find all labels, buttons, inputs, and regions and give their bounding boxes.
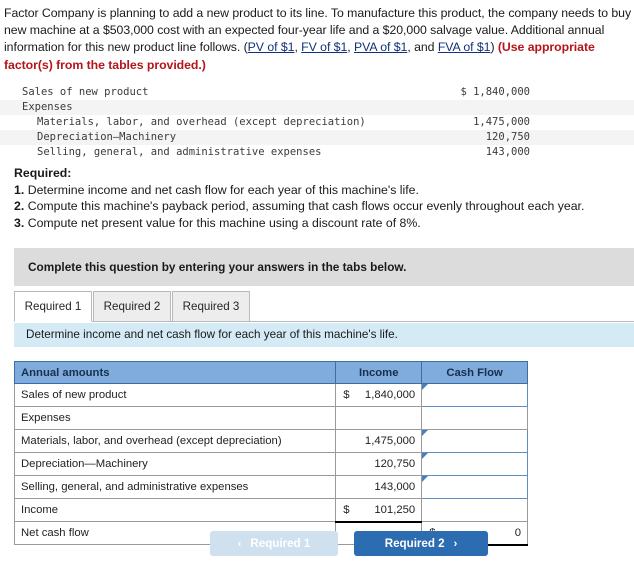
annual-info-row: Materials, labor, and overhead (except d… xyxy=(0,115,634,130)
currency-symbol: $ xyxy=(343,503,350,516)
paren-close: ) xyxy=(490,40,498,55)
grid-row-label: Expenses xyxy=(13,406,337,430)
grid-row-label: Materials, labor, and overhead (except d… xyxy=(13,429,337,453)
grid-income-cell xyxy=(335,406,423,430)
grid-row-label: Income xyxy=(13,498,337,522)
grid-income-cell: 1,475,000 xyxy=(335,429,423,453)
grid-cash-flow-input[interactable] xyxy=(421,452,528,476)
chevron-left-icon: ‹ xyxy=(237,537,242,550)
link-fva-of-1[interactable]: FVA of $1 xyxy=(438,40,491,54)
link-pva-of-1[interactable]: PVA of $1 xyxy=(354,40,407,54)
grid-header-row: Annual amounts Income Cash Flow xyxy=(13,361,528,384)
tab-required-1[interactable]: Required 1 xyxy=(14,291,92,322)
grid-income-value: 101,250 xyxy=(374,503,416,516)
grid-income-value: 143,000 xyxy=(374,481,416,493)
tab-required-3[interactable]: Required 3 xyxy=(172,291,250,322)
grid-row: Income $101,250 xyxy=(13,498,528,523)
grid-header-income: Income xyxy=(335,361,423,384)
grid-income-value: 1,840,000 xyxy=(364,389,416,401)
grid-income-cell: $1,840,000 xyxy=(335,383,423,407)
annual-info-row: Selling, general, and administrative exp… xyxy=(0,145,634,160)
annual-info-row: Sales of new product $ 1,840,000 xyxy=(0,85,634,100)
annual-info-label: Selling, general, and administrative exp… xyxy=(37,146,322,158)
grid-cash-flow-cell xyxy=(421,406,528,430)
grid-income-cell: 120,750 xyxy=(335,452,423,476)
grid-row: Selling, general, and administrative exp… xyxy=(13,475,528,499)
grid-income-value: 120,750 xyxy=(374,458,416,470)
requirement-tabs: Required 1 Required 2 Required 3 xyxy=(14,291,634,322)
required-item-number: 3. xyxy=(14,215,25,230)
complete-question-banner: Complete this question by entering your … xyxy=(14,248,634,286)
annual-info-label: Sales of new product xyxy=(22,86,149,98)
tab-instruction-banner: Determine income and net cash flow for e… xyxy=(14,323,634,347)
grid-income-cell: 143,000 xyxy=(335,475,423,499)
required-item-text: Compute this machine's payback period, a… xyxy=(27,199,585,214)
grid-row-label: Depreciation—Machinery xyxy=(13,452,337,476)
grid-header-cash-flow: Cash Flow xyxy=(421,361,528,384)
annual-info-label: Expenses xyxy=(22,101,73,113)
chevron-right-icon: › xyxy=(453,537,458,550)
annual-info-value: 143,000 xyxy=(485,146,530,158)
annual-info-row: Depreciation—Machinery 120,750 xyxy=(0,130,634,145)
grid-cash-flow-input[interactable] xyxy=(421,429,528,453)
grid-row-label: Selling, general, and administrative exp… xyxy=(13,475,337,499)
grid-row: Expenses xyxy=(13,406,528,430)
grid-cash-flow-value: 0 xyxy=(514,526,521,539)
required-list: Required: 1. Determine income and net ca… xyxy=(14,165,624,231)
previous-requirement-button[interactable]: ‹ Required 1 xyxy=(210,531,338,556)
grid-row: Materials, labor, and overhead (except d… xyxy=(13,429,528,453)
required-item-number: 2. xyxy=(14,199,25,214)
grid-row-label: Sales of new product xyxy=(13,383,337,407)
link-pv-of-1[interactable]: PV of $1 xyxy=(248,40,295,54)
grid-income-value: 1,475,000 xyxy=(364,435,416,447)
annual-info-table: Sales of new product $ 1,840,000 Expenses M… xyxy=(0,85,634,160)
grid-cash-flow-input[interactable] xyxy=(421,475,528,499)
required-item-text: Compute net present value for this machi… xyxy=(27,215,421,230)
required-item: 1. Determine income and net cash flow fo… xyxy=(14,182,624,199)
grid-header-annual-amounts: Annual amounts xyxy=(13,361,337,384)
answer-grid: Annual amounts Income Cash Flow Sales of… xyxy=(13,361,528,546)
tab-required-2[interactable]: Required 2 xyxy=(93,291,171,322)
grid-income-cell: $101,250 xyxy=(335,498,423,523)
required-item-number: 1. xyxy=(14,182,25,197)
link-fv-of-1[interactable]: FV of $1 xyxy=(301,40,347,54)
link-separator: , xyxy=(347,40,354,55)
previous-requirement-label: Required 1 xyxy=(250,537,311,550)
required-heading: Required: xyxy=(14,166,72,180)
page-root: Factor Company is planning to add a new … xyxy=(0,0,634,565)
annual-info-value: $ 1,840,000 xyxy=(460,86,530,98)
grid-cash-flow-cell xyxy=(421,498,528,522)
annual-info-value: 120,750 xyxy=(485,131,530,143)
grid-cash-flow-input[interactable] xyxy=(421,383,528,407)
problem-statement: Factor Company is planning to add a new … xyxy=(4,5,634,74)
next-requirement-label: Required 2 xyxy=(384,537,445,550)
annual-info-label: Depreciation—Machinery xyxy=(37,131,177,143)
grid-row: Sales of new product $1,840,000 xyxy=(13,383,528,407)
required-item: 2. Compute this machine's payback period… xyxy=(14,198,624,215)
grid-row: Depreciation—Machinery 120,750 xyxy=(13,452,528,476)
link-separator: , and xyxy=(407,40,438,55)
annual-info-value: 1,475,000 xyxy=(473,116,530,128)
next-requirement-button[interactable]: Required 2 › xyxy=(354,531,488,556)
currency-symbol: $ xyxy=(343,389,350,401)
annual-info-label: Materials, labor, and overhead (except d… xyxy=(37,116,366,128)
required-item: 3. Compute net present value for this ma… xyxy=(14,215,624,232)
required-item-text: Determine income and net cash flow for e… xyxy=(27,182,419,197)
annual-info-row: Expenses xyxy=(0,100,634,115)
